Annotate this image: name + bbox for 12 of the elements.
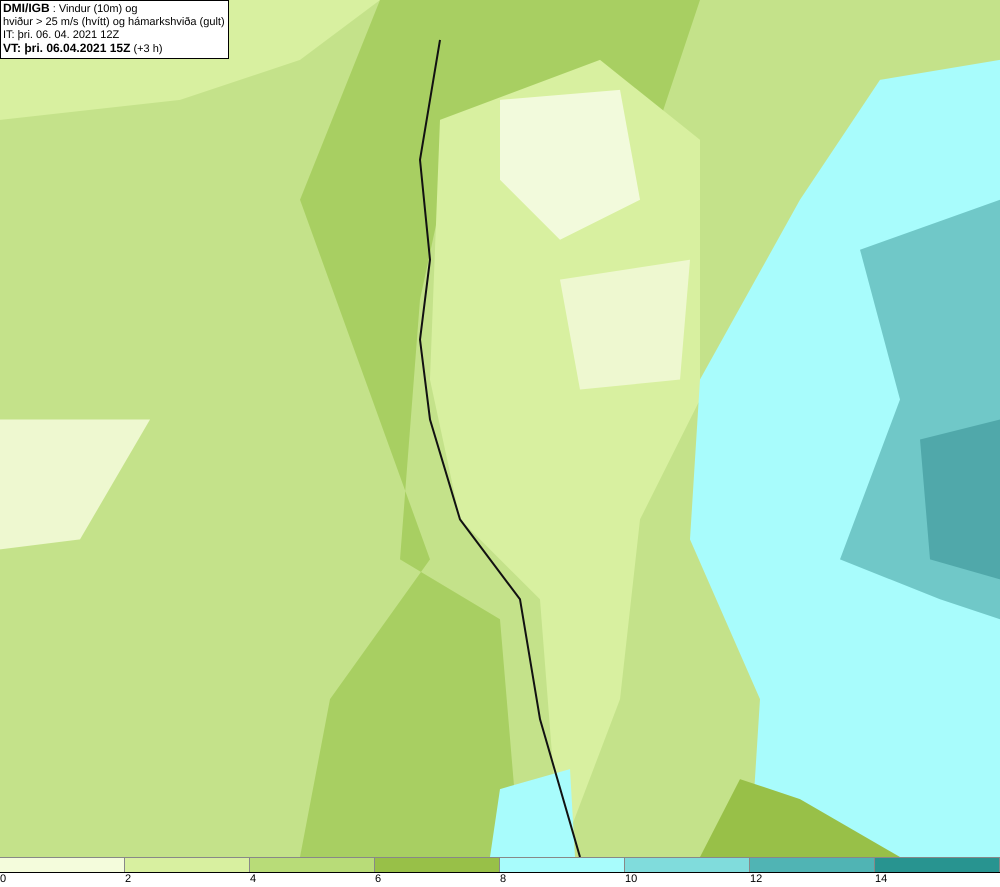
legend-label: 4 bbox=[250, 873, 256, 887]
legend-label: 8 bbox=[500, 873, 506, 887]
info-text: VT: þri. 06.04.2021 15Z (+3 h) bbox=[3, 42, 164, 56]
legend-label: 10 bbox=[625, 873, 638, 887]
legend-label: 2 bbox=[125, 873, 132, 887]
legend-label: 0 bbox=[0, 873, 6, 887]
info-text: IT: þri. 06. 04. 2021 12Z bbox=[3, 29, 120, 42]
legend-label: 6 bbox=[375, 873, 382, 887]
legend-label: 12 bbox=[750, 873, 762, 887]
info-text: DMI/IGB : Vindur (10m) og bbox=[3, 2, 139, 16]
info-text: hviður > 25 m/s (hvítt) og hámarkshviða (gult) bbox=[3, 16, 225, 29]
legend-label: 14 bbox=[875, 873, 888, 887]
